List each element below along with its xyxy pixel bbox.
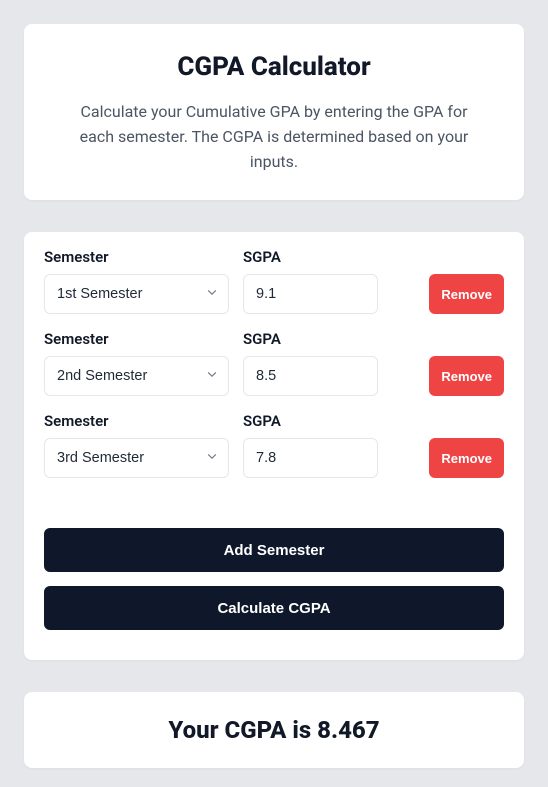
- semester-row: Semester 1st Semester SGPA Remove: [44, 248, 504, 314]
- semester-label: Semester: [44, 330, 229, 348]
- semester-field: Semester 1st Semester: [44, 248, 229, 314]
- semester-label: Semester: [44, 412, 229, 430]
- form-card: Semester 1st Semester SGPA Remove Semest…: [24, 232, 524, 660]
- sgpa-label: SGPA: [243, 248, 378, 266]
- semester-field: Semester 3rd Semester: [44, 412, 229, 478]
- sgpa-field: SGPA: [243, 248, 378, 314]
- add-semester-button[interactable]: Add Semester: [44, 528, 504, 572]
- sgpa-label: SGPA: [243, 330, 378, 348]
- page-subtitle: Calculate your Cumulative GPA by enterin…: [64, 100, 484, 174]
- result-card: Your CGPA is 8.467: [24, 692, 524, 768]
- remove-button[interactable]: Remove: [429, 438, 504, 478]
- sgpa-input[interactable]: [243, 356, 378, 396]
- semester-select[interactable]: 2nd Semester: [44, 356, 229, 396]
- semester-field: Semester 2nd Semester: [44, 330, 229, 396]
- result-text: Your CGPA is 8.467: [48, 716, 500, 744]
- page-title: CGPA Calculator: [48, 52, 500, 82]
- sgpa-label: SGPA: [243, 412, 378, 430]
- sgpa-field: SGPA: [243, 330, 378, 396]
- calculate-cgpa-button[interactable]: Calculate CGPA: [44, 586, 504, 630]
- remove-button[interactable]: Remove: [429, 356, 504, 396]
- sgpa-input[interactable]: [243, 274, 378, 314]
- semester-select[interactable]: 1st Semester: [44, 274, 229, 314]
- semester-label: Semester: [44, 248, 229, 266]
- remove-button[interactable]: Remove: [429, 274, 504, 314]
- semester-row: Semester 2nd Semester SGPA Remove: [44, 330, 504, 396]
- sgpa-field: SGPA: [243, 412, 378, 478]
- sgpa-input[interactable]: [243, 438, 378, 478]
- semester-select[interactable]: 3rd Semester: [44, 438, 229, 478]
- semester-row: Semester 3rd Semester SGPA Remove: [44, 412, 504, 478]
- header-card: CGPA Calculator Calculate your Cumulativ…: [24, 24, 524, 200]
